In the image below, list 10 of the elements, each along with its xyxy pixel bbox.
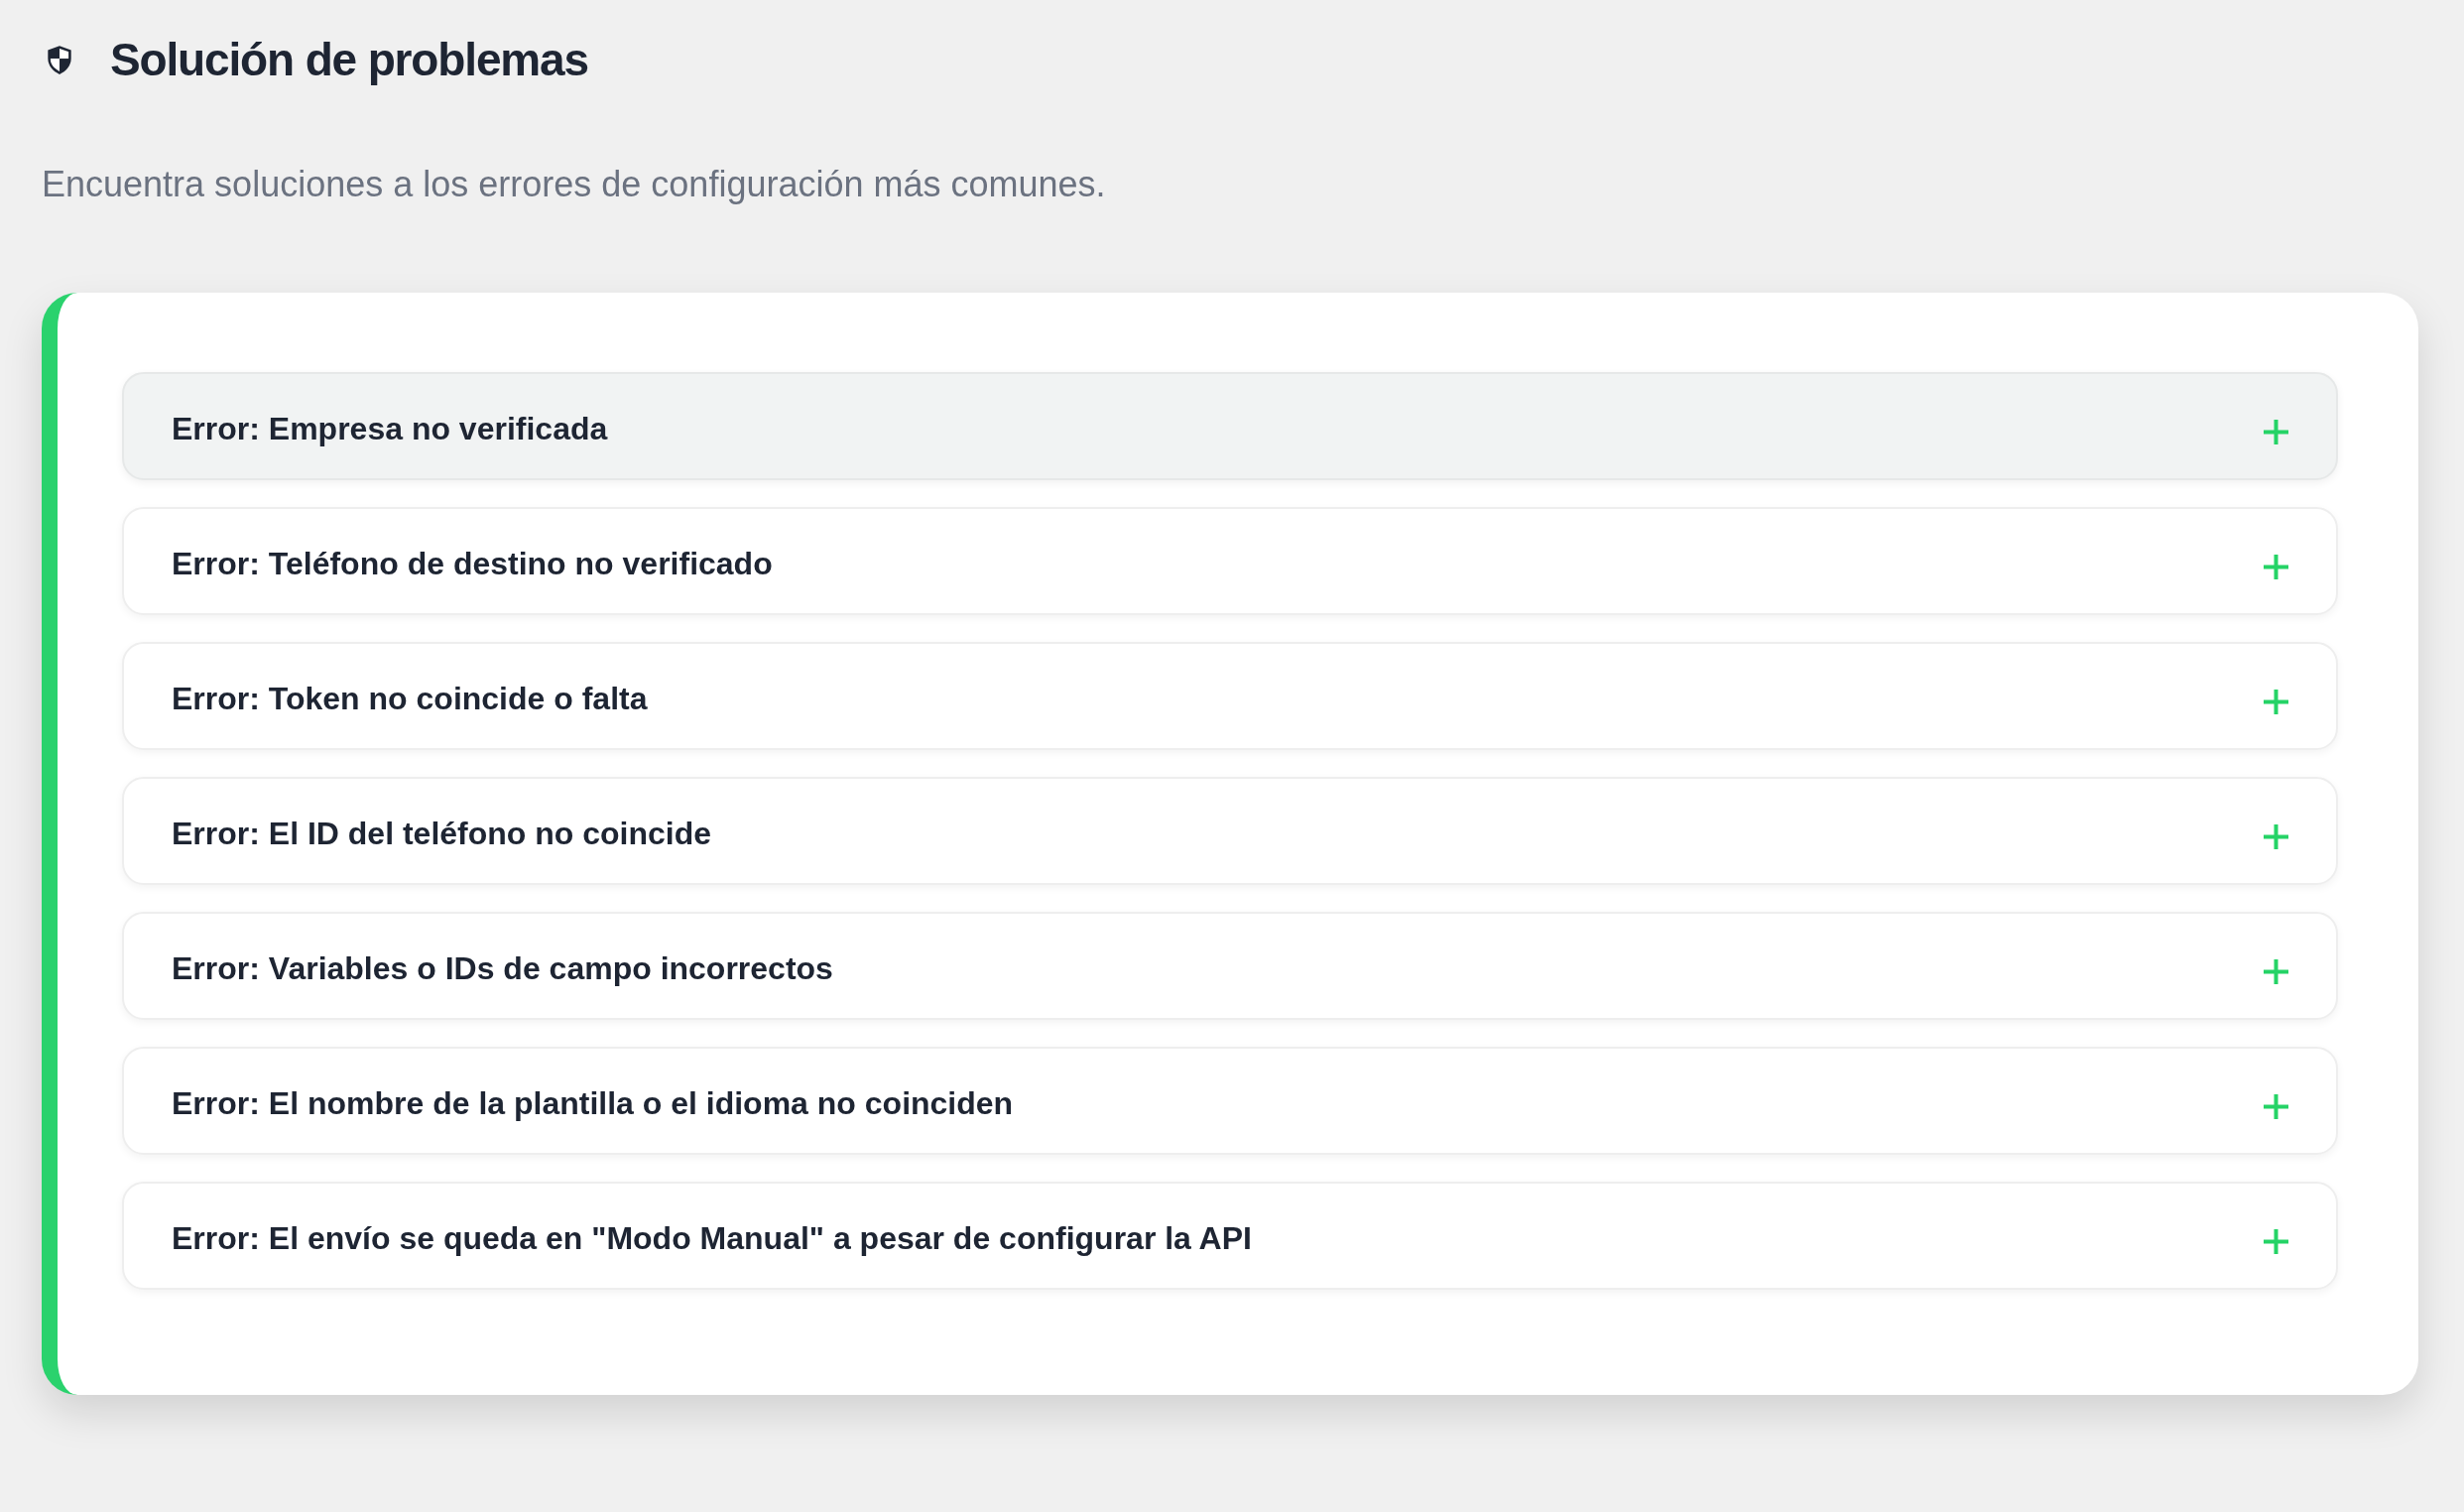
accordion-header[interactable]: Error: Empresa no verificada: [122, 372, 2338, 480]
accordion-header[interactable]: Error: El nombre de la plantilla o el idioma no coinciden: [122, 1047, 2338, 1155]
accordion-header[interactable]: Error: El ID del teléfono no coincide: [122, 777, 2338, 885]
page-subtitle: Encuentra soluciones a los errores de configuración más comunes.: [42, 163, 1106, 206]
accordion-header[interactable]: Error: Token no coincide o falta: [122, 642, 2338, 750]
accordion-header[interactable]: Error: Teléfono de destino no verificado: [122, 507, 2338, 615]
accordion-header[interactable]: Error: Variables o IDs de campo incorrectos: [122, 912, 2338, 1020]
accordion-header[interactable]: Error: El envío se queda en "Modo Manual" a pesar de configurar la API: [122, 1182, 2338, 1290]
page-title: Solución de problemas: [110, 33, 588, 87]
shield-icon: [46, 45, 73, 75]
